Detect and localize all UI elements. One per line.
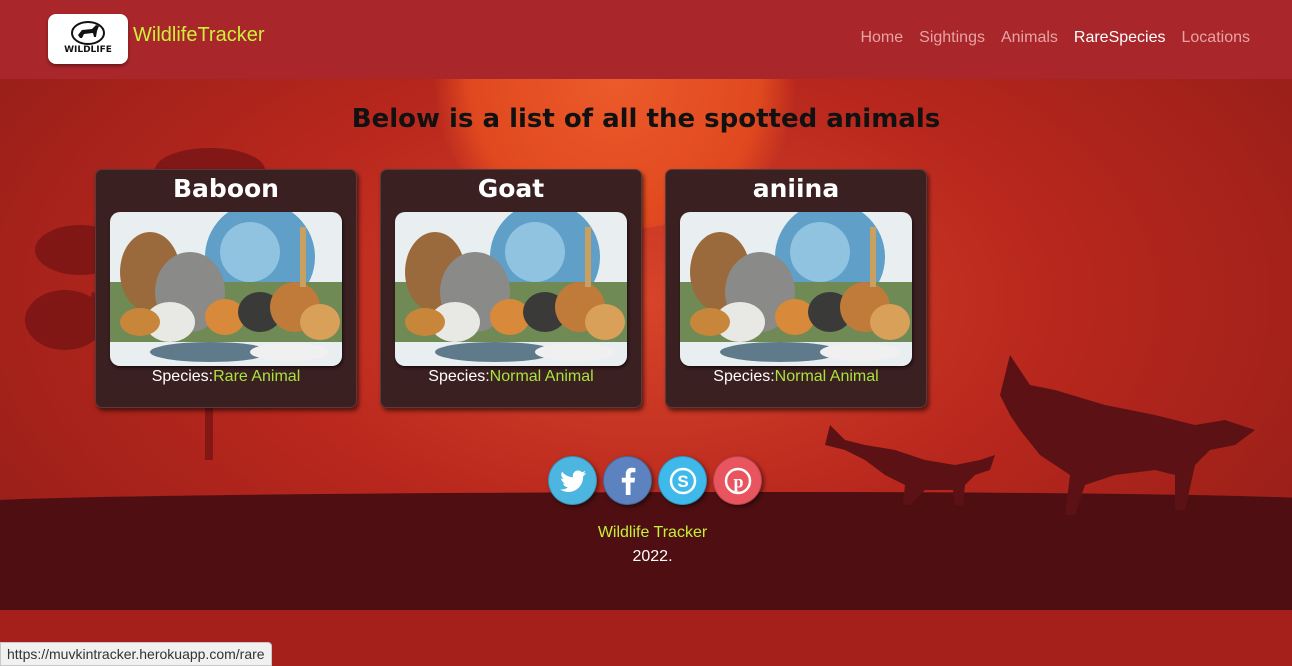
nav-rarespecies[interactable]: RareSpecies — [1074, 29, 1166, 47]
skype-icon[interactable]: S — [658, 456, 707, 505]
pinterest-icon[interactable]: p — [713, 456, 762, 505]
animal-image — [680, 212, 912, 366]
antelope-icon — [71, 21, 105, 45]
brand-name[interactable]: WildlifeTracker — [133, 24, 265, 47]
nav-animals[interactable]: Animals — [1001, 29, 1058, 47]
species-line: Species:Normal Animal — [666, 368, 926, 386]
nav-home[interactable]: Home — [860, 29, 903, 47]
logo-text: WILDLIFE — [64, 45, 112, 55]
species-line: Species:Normal Animal — [381, 368, 641, 386]
brand-logo[interactable]: WILDLIFE — [48, 14, 128, 64]
social-links: S p — [548, 456, 762, 505]
footer-year: 2022. — [632, 548, 673, 565]
species-value: Rare Animal — [213, 368, 301, 385]
navbar: WILDLIFE WildlifeTracker Home Sightings … — [0, 0, 1292, 79]
animal-card[interactable]: aniina Species:Normal Animal — [665, 169, 927, 408]
species-label: Species: — [428, 368, 490, 385]
animal-name: aniina — [752, 174, 840, 203]
animal-card[interactable]: Goat Species:Normal Animal — [380, 169, 642, 408]
species-value: Normal Animal — [489, 368, 594, 385]
svg-text:S: S — [677, 472, 688, 491]
svg-text:p: p — [733, 471, 743, 491]
page-heading: Below is a list of all the spotted anima… — [351, 104, 941, 134]
animal-card[interactable]: Baboon Species:Rare Animal — [95, 169, 357, 408]
species-value: Normal Animal — [774, 368, 879, 385]
species-label: Species: — [713, 368, 775, 385]
twitter-icon[interactable] — [548, 456, 597, 505]
species-label: Species: — [151, 368, 214, 385]
species-line: Species:Rare Animal — [96, 368, 356, 386]
footer-site-name[interactable]: Wildlife Tracker — [0, 524, 1292, 542]
nav-menu: Home Sightings Animals RareSpecies Locat… — [860, 29, 1250, 47]
animal-image — [110, 212, 342, 366]
nav-locations[interactable]: Locations — [1182, 29, 1251, 47]
animal-image — [395, 212, 627, 366]
animal-name: Baboon — [173, 174, 279, 203]
browser-status-bar: https://muvkintracker.herokuapp.com/rare — [0, 642, 272, 666]
facebook-icon[interactable] — [603, 456, 652, 505]
nav-sightings[interactable]: Sightings — [919, 29, 985, 47]
animal-name: Goat — [477, 174, 545, 203]
